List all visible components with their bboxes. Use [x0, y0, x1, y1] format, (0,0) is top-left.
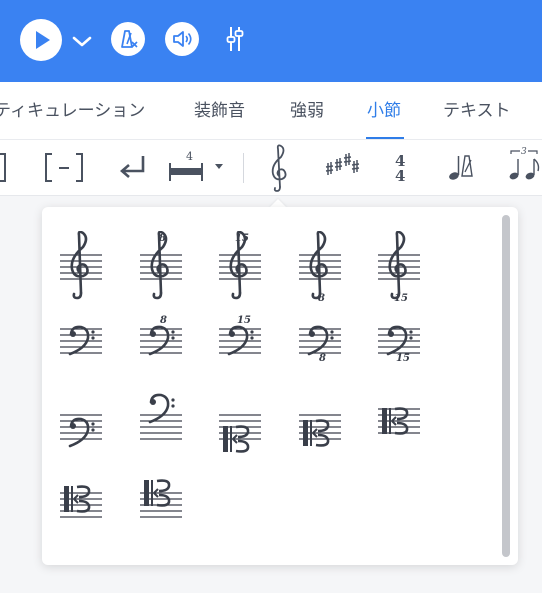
bass-8vb-clef-icon: 8 — [299, 325, 341, 364]
measure-icon: 4 — [169, 150, 223, 181]
playback-header — [0, 0, 542, 82]
treble-clef[interactable] — [58, 231, 104, 303]
tuplet-tool[interactable]: 3 — [506, 140, 542, 195]
mezzo-c-clef-icon — [299, 414, 341, 447]
sharps-icon — [325, 153, 360, 175]
key-signature-tool[interactable] — [322, 140, 362, 195]
treble-15ma-clef[interactable]: 15 — [217, 231, 263, 303]
octave-marking: 15 — [396, 353, 410, 364]
bracket-tool[interactable] — [0, 140, 12, 195]
dashed-bracket-icon — [45, 153, 83, 182]
bass-clef[interactable] — [58, 311, 104, 383]
metronome-off-icon — [121, 30, 138, 48]
mixer-sliders-icon — [226, 27, 244, 51]
bass-15ma-clef-icon: 15 — [219, 315, 261, 356]
line-break-tool[interactable] — [114, 140, 150, 195]
clef-palette-panel: 8 15 8 15 8 15 8 15 — [42, 207, 518, 565]
treble-8vb-clef-icon: 8 — [299, 231, 341, 303]
octave-marking: 15 — [237, 315, 251, 326]
mezzo-c-clef[interactable] — [297, 391, 343, 463]
playback-sound-button[interactable] — [165, 22, 199, 56]
repeat-bracket-tool[interactable] — [42, 140, 86, 195]
tuplet-label: 3 — [521, 147, 527, 157]
treble-15mb-clef[interactable]: 15 — [376, 231, 422, 303]
baritone-c-clef[interactable] — [138, 469, 184, 541]
alto-c-clef[interactable] — [376, 391, 422, 463]
active-tab-indicator — [366, 137, 404, 139]
measure-count-tool[interactable]: 4 — [166, 140, 228, 195]
time-signature-bottom: 4 — [395, 167, 405, 185]
bass-8va-clef[interactable]: 8 — [138, 311, 184, 383]
treble-15ma-clef-icon: 15 — [219, 231, 261, 300]
scrollbar-thumb[interactable] — [502, 215, 510, 557]
clef-tool[interactable] — [266, 140, 292, 195]
play-icon — [36, 31, 50, 49]
treble-8va-clef-icon: 8 — [140, 231, 182, 300]
tempo-tool[interactable] — [446, 140, 474, 195]
treble-8va-clef[interactable]: 8 — [138, 231, 184, 303]
bass-15mb-clef-icon: 15 — [378, 325, 420, 364]
baritone-c-clef-icon — [140, 479, 182, 518]
play-options-button[interactable] — [70, 30, 94, 52]
octave-marking: 8 — [318, 293, 325, 303]
bass-8vb-clef[interactable]: 8 — [297, 311, 343, 383]
time-signature-tool[interactable]: 4 4 — [392, 140, 412, 195]
tenor-c-clef[interactable] — [58, 469, 104, 541]
octave-marking: 15 — [235, 233, 249, 244]
tab-articulation[interactable]: ティキュレーション — [0, 82, 145, 140]
treble-15mb-clef-icon: 15 — [378, 231, 420, 303]
return-arrow-icon — [120, 156, 145, 178]
alto-c-clef-icon — [378, 407, 420, 435]
treble-8vb-clef[interactable]: 8 — [297, 231, 343, 303]
tab-measure[interactable]: 小節 — [367, 82, 401, 140]
bass-clef-icon — [60, 325, 102, 356]
baritone-f-clef-icon — [60, 414, 102, 448]
bass-8va-clef-icon: 8 — [140, 315, 182, 356]
octave-marking: 8 — [160, 315, 167, 326]
octave-marking: 8 — [159, 233, 166, 244]
toolbar-divider — [243, 153, 244, 183]
subbass-clef[interactable] — [138, 391, 184, 463]
octave-marking: 8 — [319, 353, 326, 364]
treble-clef-icon — [271, 144, 287, 192]
octave-marking: 15 — [394, 293, 408, 303]
mixer-button[interactable] — [224, 24, 246, 54]
bracket-icon — [0, 153, 6, 182]
tenor-c-clef-icon — [60, 485, 102, 518]
soprano-c-clef[interactable] — [217, 391, 263, 463]
subbass-clef-icon — [140, 393, 182, 440]
tab-text[interactable]: テキスト — [443, 82, 511, 140]
palette-tabs: ティキュレーション 装飾音 強弱 小節 テキスト — [0, 82, 542, 140]
chevron-down-icon — [72, 36, 92, 47]
speaker-icon — [173, 31, 192, 47]
tab-dynamics[interactable]: 強弱 — [290, 82, 324, 140]
measure-count-label: 4 — [186, 150, 193, 163]
treble-clef-icon — [60, 231, 102, 300]
tuplet-icon: 3 — [509, 147, 540, 180]
bass-15ma-clef[interactable]: 15 — [217, 311, 263, 383]
baritone-f-clef[interactable] — [58, 391, 104, 463]
metronome-button[interactable] — [111, 22, 145, 56]
metronome-note-icon — [449, 155, 473, 180]
bass-15mb-clef[interactable]: 15 — [376, 311, 422, 383]
soprano-c-clef-icon — [219, 414, 261, 453]
play-button[interactable] — [20, 19, 62, 61]
measure-toolbar: 4 4 4 3 — [0, 140, 542, 196]
time-signature-icon: 4 4 — [395, 152, 405, 185]
tab-ornaments[interactable]: 装飾音 — [194, 82, 245, 140]
